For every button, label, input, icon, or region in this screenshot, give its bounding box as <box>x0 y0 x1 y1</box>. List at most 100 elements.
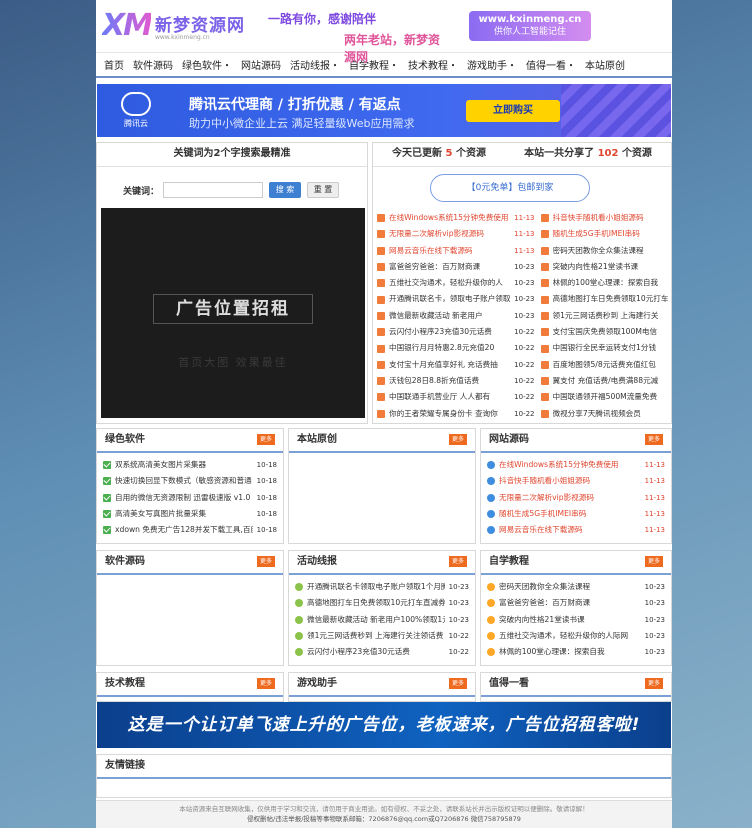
list-item[interactable]: 微信最新收藏活动 新老用户 10-23 <box>377 308 535 324</box>
list-item[interactable]: 云闪付小程序23充值30元话费 10-22 <box>295 644 469 660</box>
item-title[interactable]: 微信最新收藏活动 新老用户 <box>389 308 511 324</box>
list-item[interactable]: 百度地图领5/8元话费充值红包10-22 <box>540 357 672 373</box>
list-item[interactable]: 高清美女写真图片批量采集 10-18 <box>103 506 277 522</box>
list-item[interactable]: 抖音快手随机看小姐姐源码11-13 <box>487 473 665 489</box>
list-item[interactable]: 沃钱包28日8.8折充值话费 10-22 <box>377 373 535 389</box>
item-title[interactable]: 自用的微信无资源限制 迅雷极速版 v1.0 <box>115 490 253 506</box>
list-item[interactable]: 中国联通领开福500M流量免费10-22 <box>540 389 672 405</box>
nav-item-green-software[interactable]: 绿色软件・ <box>182 57 232 72</box>
list-item[interactable]: 无限量二次解析vip影视源码 11-13 <box>487 490 665 506</box>
list-item[interactable]: 五维社交沟通术，轻松升级你的人际网 10-23 <box>487 628 665 644</box>
tencent-cloud-banner[interactable]: 腾讯云 腾讯云代理商 / 打折优惠 / 有返点 助力中小微企业上云 满足轻量级W… <box>97 84 671 137</box>
list-item[interactable]: 领1元三网话费秒到 上海建行关10-22 <box>540 308 672 324</box>
more-button[interactable]: 更多 <box>645 556 663 567</box>
item-title[interactable]: 微视分享7天腾讯视频会员 <box>553 406 669 422</box>
list-item[interactable]: 中国银行全民幸运转支付1分钱10-22 <box>540 340 672 356</box>
item-title[interactable]: 中国联通领开福500M流量免费 <box>553 389 669 405</box>
item-title[interactable]: 中国银行全民幸运转支付1分钱 <box>553 340 669 356</box>
nav-item-original[interactable]: 本站原创 <box>585 57 625 72</box>
item-title[interactable]: 领1元三网话费秒到 上海建行关注领话费 <box>307 628 445 644</box>
more-button[interactable]: 更多 <box>645 434 663 445</box>
list-item[interactable]: 高德地图打车日免费领取10元打车10-23 <box>540 291 672 307</box>
list-item[interactable]: 五维社交沟通术，轻松升级你的人 10-23 <box>377 275 535 291</box>
list-item[interactable]: 突破内向性格21堂读书课10-23 <box>487 612 665 628</box>
item-title[interactable]: 微信最新收藏活动 新老用户100%领取1元 <box>307 612 445 628</box>
item-title[interactable]: 五维社交沟通术，轻松升级你的人 <box>389 275 511 291</box>
list-item[interactable]: xdown 免费无广告128并发下载工具,百度 10-18 <box>103 522 277 538</box>
item-title[interactable]: 你的王者荣耀专属身份卡 查询你 <box>389 406 511 422</box>
more-button[interactable]: 更多 <box>449 678 467 689</box>
more-button[interactable]: 更多 <box>449 556 467 567</box>
item-title[interactable]: 无限量二次解析vip影视源码 <box>389 226 511 242</box>
list-item[interactable]: 突破内向性格21堂读书课10-23 <box>540 259 672 275</box>
list-item[interactable]: 林佩的100堂心理课：探索自我10-23 <box>487 644 665 660</box>
item-title[interactable]: 高德地图打车日免费领取10元打车直减券 <box>307 595 445 611</box>
list-item[interactable]: 无限量二次解析vip影视源码 11-13 <box>377 226 535 242</box>
item-title[interactable]: 抖音快手随机看小姐姐源码 <box>553 210 669 226</box>
list-item[interactable]: 密码天团教你全众集法课程10-23 <box>540 243 672 259</box>
list-item[interactable]: 微信最新收藏活动 新老用户100%领取1元 10-23 <box>295 612 469 628</box>
list-item[interactable]: 支付宝十月充值享好礼 充话费抽 10-22 <box>377 357 535 373</box>
item-title[interactable]: 快速切换回显下数模式（敏感资源和普通 <box>115 473 253 489</box>
item-title[interactable]: 随机生成5G手机IMEI串码 <box>499 506 641 522</box>
item-title[interactable]: 翼支付 充值话费/电费满88元减 <box>553 373 669 389</box>
item-title[interactable]: 双系统高清美女图片采集器 <box>115 457 253 473</box>
item-title[interactable]: 无限量二次解析vip影视源码 <box>499 490 641 506</box>
item-title[interactable]: 开通腾讯联名卡，领取电子账户领取 <box>389 291 511 307</box>
list-item[interactable]: 双系统高清美女图片采集器 10-18 <box>103 457 277 473</box>
item-title[interactable]: 高清美女写真图片批量采集 <box>115 506 253 522</box>
nav-item-worth[interactable]: 值得一看・ <box>526 57 576 72</box>
item-title[interactable]: 中国联通手机营业厅 人人都有 <box>389 389 511 405</box>
item-title[interactable]: 抖音快手随机看小姐姐源码 <box>499 473 641 489</box>
item-title[interactable]: 富爸爸穷爸爸：百万财商课 <box>389 259 511 275</box>
more-button[interactable]: 更多 <box>257 678 275 689</box>
list-item[interactable]: 在线Windows系统15分钟免费使用 11-13 <box>377 210 535 226</box>
nav-item-home[interactable]: 首页 <box>104 57 124 72</box>
item-title[interactable]: 沃钱包28日8.8折充值话费 <box>389 373 511 389</box>
list-item[interactable]: 翼支付 充值话费/电费满88元减10-22 <box>540 373 672 389</box>
list-item[interactable]: 林佩的100堂心理课：探索自我10-23 <box>540 275 672 291</box>
list-item[interactable]: 中国银行月月特惠2.8元充值20 10-22 <box>377 340 535 356</box>
item-title[interactable]: 云闪付小程序23充值30元话费 <box>389 324 511 340</box>
item-title[interactable]: 密码天团教你全众集法课程 <box>499 579 641 595</box>
item-title[interactable]: 林佩的100堂心理课：探索自我 <box>553 275 669 291</box>
list-item[interactable]: 你的王者荣耀专属身份卡 查询你 10-22 <box>377 406 535 422</box>
item-title[interactable]: 高德地图打车日免费领取10元打车 <box>553 291 669 307</box>
reset-button[interactable]: 重 置 <box>307 182 339 198</box>
item-title[interactable]: 领1元三网话费秒到 上海建行关 <box>553 308 669 324</box>
more-button[interactable]: 更多 <box>257 434 275 445</box>
more-button[interactable]: 更多 <box>645 678 663 689</box>
list-item[interactable]: 网易云音乐在线下载源码 11-13 <box>487 522 665 538</box>
list-item[interactable]: 中国联通手机营业厅 人人都有 10-22 <box>377 389 535 405</box>
list-item[interactable]: 自用的微信无资源限制 迅雷极速版 v1.0 10-18 <box>103 490 277 506</box>
item-title[interactable]: 随机生成5G手机IMEI串码 <box>553 226 669 242</box>
list-item[interactable]: 微视分享7天腾讯视频会员10-22 <box>540 406 672 422</box>
item-title[interactable]: 支付宝十月充值享好礼 充话费抽 <box>389 357 511 373</box>
list-item[interactable]: 支付宝国庆免费领取100M电信10-22 <box>540 324 672 340</box>
list-item[interactable]: 高德地图打车日免费领取10元打车直减券 10-23 <box>295 595 469 611</box>
list-item[interactable]: 密码天团教你全众集法课程10-23 <box>487 579 665 595</box>
search-input[interactable] <box>163 182 263 198</box>
list-item[interactable]: 随机生成5G手机IMEI串码11-13 <box>487 506 665 522</box>
more-button[interactable]: 更多 <box>257 556 275 567</box>
list-item[interactable]: 抖音快手随机看小姐姐源码11-13 <box>540 210 672 226</box>
item-title[interactable]: 密码天团教你全众集法课程 <box>553 243 669 259</box>
item-title[interactable]: 在线Windows系统15分钟免费使用 <box>499 457 641 473</box>
item-title[interactable]: 网易云音乐在线下载源码 <box>499 522 641 538</box>
item-title[interactable]: 突破内向性格21堂读书课 <box>553 259 669 275</box>
search-button[interactable]: 搜 索 <box>269 182 301 198</box>
list-item[interactable]: 开通腾讯联名卡，领取电子账户领取 10-23 <box>377 291 535 307</box>
list-item[interactable]: 开通腾讯联名卡领取电子账户领取1个月腾讯 10-23 <box>295 579 469 595</box>
item-title[interactable]: 支付宝国庆免费领取100M电信 <box>553 324 669 340</box>
free-order-button[interactable]: 【0元免单】包邮到家 <box>430 174 590 202</box>
site-logo[interactable]: XM 新梦资源网 www.kxinmeng.cn <box>102 8 245 43</box>
ad-placeholder[interactable]: 广告位置招租 首页大图 效果最佳 <box>101 208 365 418</box>
list-item[interactable]: 富爸爸穷爸爸：百万财商课 10-23 <box>377 259 535 275</box>
list-item[interactable]: 在线Windows系统15分钟免费使用 11-13 <box>487 457 665 473</box>
item-title[interactable]: 突破内向性格21堂读书课 <box>499 612 641 628</box>
list-item[interactable]: 网易云音乐在线下载源码 11-13 <box>377 243 535 259</box>
item-title[interactable]: 五维社交沟通术，轻松升级你的人际网 <box>499 628 641 644</box>
item-title[interactable]: 中国银行月月特惠2.8元充值20 <box>389 340 511 356</box>
more-button[interactable]: 更多 <box>449 434 467 445</box>
item-title[interactable]: 富爸爸穷爸爸：百万财商课 <box>499 595 641 611</box>
